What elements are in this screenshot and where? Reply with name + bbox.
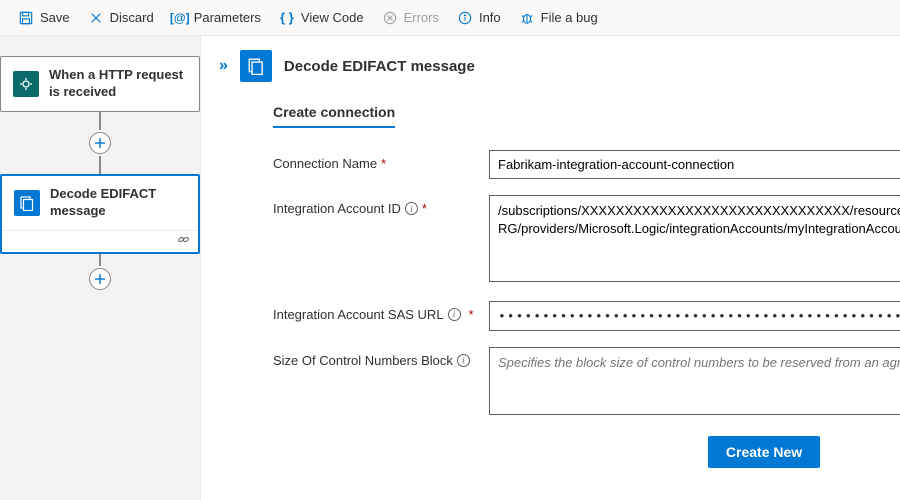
- code-icon: { }: [279, 10, 295, 26]
- file-bug-label: File a bug: [541, 10, 598, 25]
- block-size-input[interactable]: [489, 347, 900, 416]
- link-icon: [177, 233, 190, 249]
- trigger-title: When a HTTP request is received: [49, 67, 187, 101]
- save-label: Save: [40, 10, 70, 25]
- parameters-icon: [@]: [172, 10, 188, 26]
- collapse-panel-button[interactable]: »: [219, 57, 228, 75]
- discard-icon: [88, 10, 104, 26]
- sas-url-label: Integration Account SAS URL i*: [273, 301, 489, 322]
- add-step-button[interactable]: [89, 268, 111, 290]
- bug-icon: [519, 10, 535, 26]
- view-code-button[interactable]: { } View Code: [271, 4, 372, 32]
- discard-label: Discard: [110, 10, 154, 25]
- trigger-node-http-request[interactable]: When a HTTP request is received: [0, 56, 200, 112]
- section-title: Create connection: [273, 96, 395, 128]
- save-icon: [18, 10, 34, 26]
- info-label: Info: [479, 10, 501, 25]
- parameters-label: Parameters: [194, 10, 261, 25]
- info-icon[interactable]: i: [457, 354, 470, 367]
- save-button[interactable]: Save: [10, 4, 78, 32]
- block-size-label: Size Of Control Numbers Block i: [273, 347, 489, 368]
- action-title: Decode EDIFACT message: [50, 186, 186, 220]
- action-node-decode-edifact[interactable]: Decode EDIFACT message: [0, 174, 200, 254]
- parameters-button[interactable]: [@] Parameters: [164, 4, 269, 32]
- connector-line: [99, 254, 101, 266]
- connection-name-input[interactable]: [489, 150, 900, 179]
- add-step-button[interactable]: [89, 132, 111, 154]
- integration-account-id-label: Integration Account ID i *: [273, 195, 489, 216]
- file-bug-button[interactable]: File a bug: [511, 4, 606, 32]
- panel-edifact-icon: [240, 50, 272, 82]
- info-icon: [457, 10, 473, 26]
- action-config-panel: » Decode EDIFACT message ··· Create conn…: [201, 36, 900, 500]
- info-icon[interactable]: i: [448, 308, 461, 321]
- view-code-label: View Code: [301, 10, 364, 25]
- connector-line: [99, 112, 101, 130]
- workflow-canvas[interactable]: When a HTTP request is received Decode E…: [0, 36, 201, 500]
- create-new-button[interactable]: Create New: [708, 436, 820, 468]
- info-icon[interactable]: i: [405, 202, 418, 215]
- discard-button[interactable]: Discard: [80, 4, 162, 32]
- http-trigger-icon: [13, 71, 39, 97]
- errors-label: Errors: [404, 10, 439, 25]
- info-button[interactable]: Info: [449, 4, 509, 32]
- errors-button: Errors: [374, 4, 447, 32]
- integration-account-id-input[interactable]: [489, 195, 900, 282]
- edifact-icon: [14, 190, 40, 216]
- connector-line: [99, 156, 101, 174]
- designer-toolbar: Save Discard [@] Parameters { } View Cod…: [0, 0, 900, 36]
- errors-icon: [382, 10, 398, 26]
- sas-url-input[interactable]: ••••••••••••••••••••••••••••••••••••••••…: [489, 301, 900, 331]
- connection-name-label: Connection Name *: [273, 150, 489, 171]
- panel-title: Decode EDIFACT message: [284, 58, 900, 75]
